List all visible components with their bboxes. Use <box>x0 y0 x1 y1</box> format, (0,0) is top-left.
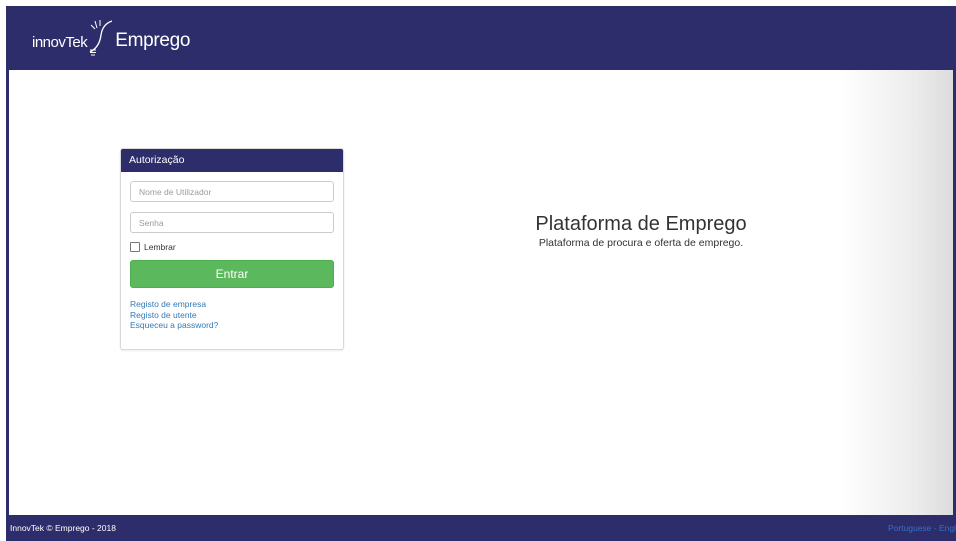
app-frame: innovTek Emprego Autorização Lembrar En <box>6 6 956 541</box>
login-panel: Autorização Lembrar Entrar Registo de em… <box>120 148 344 350</box>
login-links: Registo de empresa Registo de utente Esq… <box>130 299 334 331</box>
login-form: Lembrar Entrar Registo de empresa Regist… <box>121 172 343 331</box>
language-english-link[interactable]: Engl <box>939 523 956 533</box>
hero-section: Plataforma de Emprego Plataforma de proc… <box>501 212 781 249</box>
login-panel-title: Autorização <box>121 149 343 172</box>
language-switcher: Portuguese - Engl <box>888 523 956 533</box>
remember-checkbox[interactable] <box>130 242 140 252</box>
register-company-link[interactable]: Registo de empresa <box>130 299 334 310</box>
register-user-link[interactable]: Registo de utente <box>130 310 334 321</box>
logo-name: Emprego <box>115 30 191 51</box>
login-button[interactable]: Entrar <box>130 260 334 288</box>
footer-copyright: InnovTek © Emprego - 2018 <box>10 523 116 533</box>
footer-bar: InnovTek © Emprego - 2018 Portuguese - E… <box>6 515 956 541</box>
language-separator: - <box>931 523 939 533</box>
language-portuguese-link[interactable]: Portuguese <box>888 523 931 533</box>
brand-logo[interactable]: innovTek Emprego <box>32 18 191 58</box>
username-input[interactable] <box>130 181 334 202</box>
remember-option[interactable]: Lembrar <box>130 242 334 252</box>
hero-subtitle: Plataforma de procura e oferta de empreg… <box>538 237 744 249</box>
main-content: Autorização Lembrar Entrar Registo de em… <box>9 70 953 515</box>
password-input[interactable] <box>130 212 334 233</box>
header-bar: innovTek Emprego <box>6 6 956 70</box>
logo-prefix: innovTek <box>32 33 88 51</box>
forgot-password-link[interactable]: Esqueceu a password? <box>130 320 334 331</box>
remember-label: Lembrar <box>144 242 176 252</box>
hero-title: Plataforma de Emprego <box>535 213 747 235</box>
lightbulb-logo-icon <box>89 20 113 56</box>
